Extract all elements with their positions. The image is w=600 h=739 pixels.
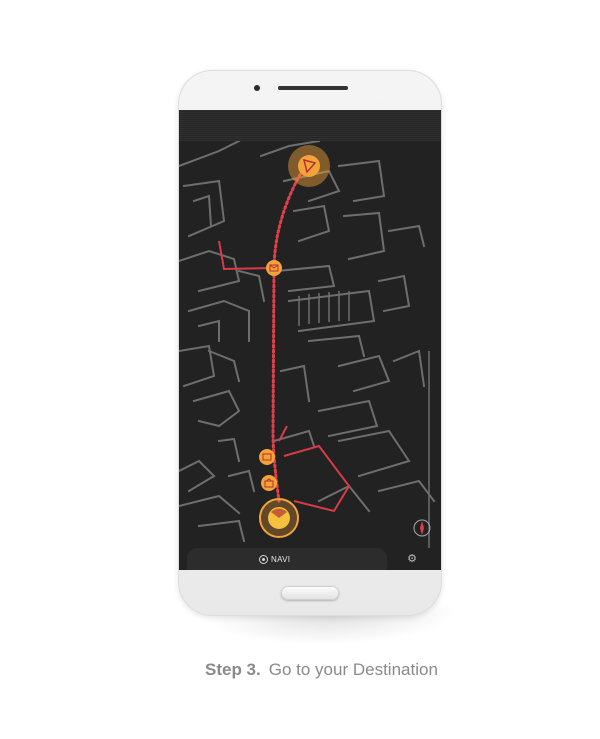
map-view[interactable] <box>179 141 441 548</box>
settings-icon[interactable]: ⚙ <box>406 553 418 565</box>
mail-icon[interactable] <box>266 260 282 276</box>
navi-button[interactable]: NAVI <box>259 551 290 567</box>
location-icon[interactable] <box>259 498 299 538</box>
caption-step: Step 3. <box>205 660 261 679</box>
app-screen: NAVI ⚙ <box>179 110 441 570</box>
home-button[interactable] <box>281 586 339 600</box>
shopping-bag-icon[interactable] <box>261 475 277 491</box>
phone-frame: NAVI ⚙ <box>178 70 442 616</box>
compass-icon[interactable] <box>413 519 431 537</box>
caption: Step 3. Go to your Destination <box>205 660 438 680</box>
status-bar <box>179 110 441 141</box>
front-camera <box>254 85 260 91</box>
radio-button-icon <box>259 554 268 564</box>
image-icon[interactable] <box>259 449 275 465</box>
pizza-icon[interactable] <box>288 145 330 187</box>
bottom-bar: NAVI <box>187 548 387 570</box>
caption-text: Go to your Destination <box>268 660 438 679</box>
navi-label: NAVI <box>271 554 291 564</box>
earpiece-speaker <box>278 86 348 90</box>
